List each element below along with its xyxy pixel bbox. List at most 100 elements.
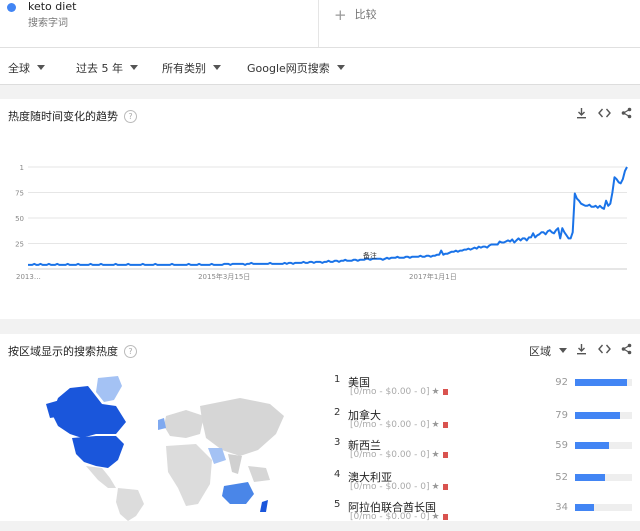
time-filter-label: 过去 5 年: [76, 62, 123, 75]
star-icon[interactable]: ★: [431, 482, 439, 492]
plus-icon: +: [334, 6, 347, 24]
map-region-australia[interactable]: [222, 482, 254, 504]
region-meta-text: [0/mo - $0.00 - 0]: [350, 482, 430, 492]
trash-icon[interactable]: [442, 452, 448, 458]
annotation-note[interactable]: 备注: [363, 251, 377, 260]
embed-icon[interactable]: [598, 107, 611, 122]
region-row[interactable]: 1 美国 [0/mo - $0.00 - 0] ★ 92: [332, 374, 632, 406]
y-tick-label: 25: [15, 241, 24, 249]
download-icon[interactable]: [576, 343, 587, 358]
region-bar-track: [575, 474, 632, 481]
region-rank: 3: [334, 437, 341, 448]
search-type-filter-label: Google网页搜索: [247, 62, 330, 75]
category-filter[interactable]: 所有类别: [162, 60, 221, 76]
region-bar: [575, 412, 621, 419]
region-value: 34: [555, 502, 568, 513]
series-line-keto-diet: [28, 166, 628, 266]
region-meta: [0/mo - $0.00 - 0] ★: [350, 420, 448, 430]
trash-icon[interactable]: [442, 422, 448, 428]
caret-down-icon: [130, 65, 138, 70]
chart-grid: [28, 166, 627, 270]
world-map[interactable]: [0, 364, 320, 521]
search-term-bar: keto diet 搜索字词 + 比较: [0, 0, 640, 48]
region-bar: [575, 442, 609, 449]
region-bar-track: [575, 412, 632, 419]
embed-icon[interactable]: [598, 343, 611, 358]
region-row[interactable]: 4 澳大利亚 [0/mo - $0.00 - 0] ★ 52: [332, 469, 632, 501]
region-row[interactable]: 5 阿拉伯联合酋长国 [0/mo - $0.00 - 0] ★ 34: [332, 499, 632, 531]
region-bar-track: [575, 379, 632, 386]
search-term-name[interactable]: keto diet: [28, 0, 76, 13]
interest-by-region-card: 按区域显示的搜索热度? 区域 1 美国 [0/mo - $0.00 - 0] ★…: [0, 334, 640, 522]
series-color-dot: [7, 3, 16, 12]
search-type-filter[interactable]: Google网页搜索: [247, 60, 345, 76]
caret-down-icon: [336, 65, 345, 70]
caret-down-icon: [37, 65, 45, 70]
map-region-southeast-asia[interactable]: [248, 466, 270, 482]
trash-icon[interactable]: [442, 484, 448, 490]
region-toolbar: [576, 343, 632, 357]
region-value: 92: [555, 377, 568, 388]
caret-down-icon: [213, 65, 221, 70]
star-icon[interactable]: ★: [431, 450, 439, 460]
region-meta-text: [0/mo - $0.00 - 0]: [350, 450, 430, 460]
region-value: 52: [555, 472, 568, 483]
help-icon[interactable]: ?: [124, 345, 137, 358]
star-icon[interactable]: ★: [431, 387, 439, 397]
compare-button[interactable]: + 比较: [334, 6, 377, 24]
region-rank: 5: [334, 499, 341, 510]
region-bar: [575, 504, 595, 511]
region-filter-label: 全球: [8, 62, 30, 75]
interest-over-time-title: 热度随时间变化的趋势?: [8, 108, 137, 124]
x-axis-labels: 2013… 2015年3月15日 2017年1月1日: [16, 272, 457, 281]
map-region-united-states[interactable]: [72, 436, 124, 468]
map-region-europe[interactable]: [164, 410, 204, 438]
interest-over-time-card: 热度随时间变化的趋势? 1 75 50 25 2013… 2015年3月15日 2017年…: [0, 99, 640, 319]
trash-icon[interactable]: [442, 389, 448, 395]
region-rank: 4: [334, 469, 341, 480]
help-icon[interactable]: ?: [124, 110, 137, 123]
share-icon[interactable]: [621, 343, 632, 358]
filter-bar: 全球 过去 5 年 所有类别 Google网页搜索: [0, 48, 640, 85]
share-icon[interactable]: [621, 107, 632, 122]
search-term-subtitle: 搜索字词: [28, 18, 68, 29]
region-meta: [0/mo - $0.00 - 0] ★: [350, 450, 448, 460]
interest-over-time-title-text: 热度随时间变化的趋势: [8, 110, 118, 123]
map-region-india[interactable]: [228, 454, 242, 474]
y-tick-label: 50: [15, 215, 24, 223]
region-level-select[interactable]: 区域: [529, 343, 567, 359]
y-axis-labels: 1 75 50 25: [15, 164, 24, 249]
compare-label: 比较: [354, 8, 377, 21]
region-meta: [0/mo - $0.00 - 0] ★: [350, 387, 448, 397]
region-value: 59: [555, 440, 568, 451]
region-row[interactable]: 2 加拿大 [0/mo - $0.00 - 0] ★ 79: [332, 407, 632, 439]
x-tick-label: 2017年1月1日: [409, 272, 457, 281]
region-meta-text: [0/mo - $0.00 - 0]: [350, 420, 430, 430]
caret-down-icon: [559, 348, 567, 353]
star-icon[interactable]: ★: [431, 420, 439, 430]
map-region-united-kingdom[interactable]: [158, 418, 166, 430]
trash-icon[interactable]: [442, 514, 448, 520]
chart-toolbar: [576, 107, 632, 121]
map-region-asia[interactable]: [200, 398, 284, 456]
interest-by-region-title-text: 按区域显示的搜索热度: [8, 345, 118, 358]
region-value: 79: [555, 410, 568, 421]
map-region-africa[interactable]: [166, 444, 212, 506]
category-filter-label: 所有类别: [162, 62, 206, 75]
region-meta: [0/mo - $0.00 - 0] ★: [350, 482, 448, 492]
region-bar: [575, 474, 605, 481]
search-term-card[interactable]: keto diet 搜索字词: [0, 0, 319, 47]
map-region-alaska[interactable]: [46, 400, 62, 418]
interest-by-region-title: 按区域显示的搜索热度?: [8, 343, 137, 359]
region-rank: 1: [334, 374, 341, 385]
map-region-new-zealand[interactable]: [260, 500, 268, 512]
map-region-south-america[interactable]: [116, 488, 144, 521]
region-bar-track: [575, 504, 632, 511]
y-tick-label: 1: [20, 164, 24, 172]
region-filter[interactable]: 全球: [8, 60, 45, 76]
region-row[interactable]: 3 新西兰 [0/mo - $0.00 - 0] ★ 59: [332, 437, 632, 469]
time-filter[interactable]: 过去 5 年: [76, 60, 138, 76]
map-region-greenland[interactable]: [96, 376, 122, 402]
map-region-mexico[interactable]: [86, 466, 116, 488]
download-icon[interactable]: [576, 107, 587, 122]
